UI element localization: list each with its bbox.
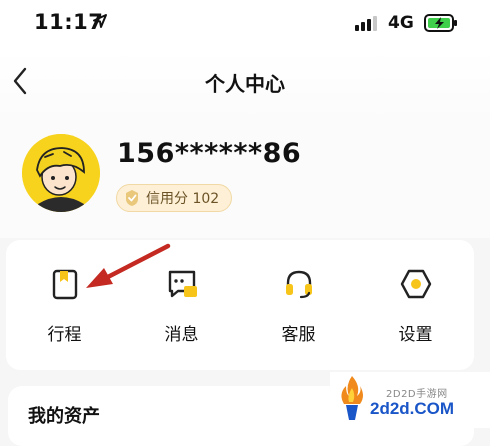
quick-action-message-label: 消息 [164,325,199,345]
credit-score-badge[interactable]: 信用分 102 [116,184,233,212]
quick-action-settings-label: 设置 [398,325,433,345]
quick-actions-card: 行程 消息 客服 设置 [6,240,474,370]
credit-badge-icon [126,190,138,206]
location-arrow-icon [93,14,107,28]
page-title: 个人中心 [205,72,285,96]
network-type: 4G [388,13,414,33]
cellular-signal-icon [355,16,377,31]
settings-icon [400,269,432,299]
flame-logo-icon [341,376,363,420]
assets-title: 我的资产 [28,406,100,427]
quick-action-settings[interactable]: 设置 [357,240,474,370]
quick-action-service-label: 客服 [281,325,316,345]
avatar[interactable] [22,134,100,212]
trip-icon [52,269,78,300]
credit-score-label: 信用分 102 [146,191,220,207]
watermark-domain: 2d2d.COM [370,399,455,418]
battery-charging-icon [424,14,457,32]
quick-action-trip-label: 行程 [47,325,82,345]
quick-action-service[interactable]: 客服 [240,240,357,370]
profile-section: 156******86 信用分 102 [0,120,490,238]
user-phone-number: 156******86 [117,138,302,169]
headset-icon [286,270,312,299]
watermark-site-name: 2D2D手游网 [386,389,448,400]
annotation-arrow [86,243,171,288]
avatar-illustration [22,134,100,212]
page-header: 个人中心 [0,50,490,120]
watermark: 2D2D手游网 2d2d.COM [330,372,490,428]
status-bar: 11:17 4G [0,0,490,50]
